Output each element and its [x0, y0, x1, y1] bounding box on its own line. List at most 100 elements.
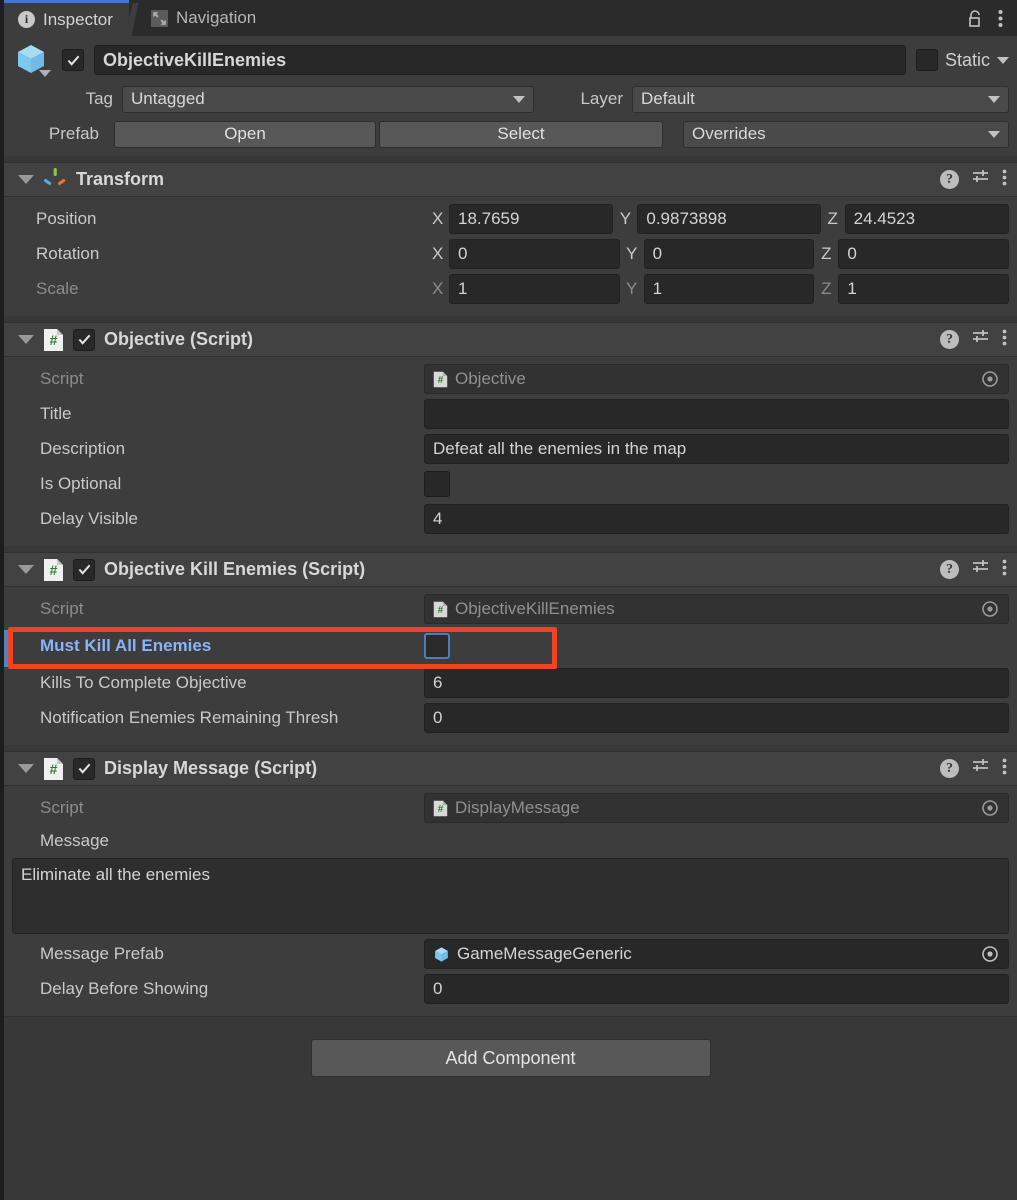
layer-label: Layer [580, 89, 623, 108]
objective-kill-enemies-title: Objective Kill Enemies (Script) [104, 559, 366, 579]
prefab-select-button[interactable]: Select [379, 120, 663, 148]
help-icon[interactable]: ? [940, 560, 959, 579]
display-message-script-objectfield[interactable]: # DisplayMessage [424, 793, 1009, 823]
delay-before-showing-input[interactable]: 0 [424, 974, 1009, 1004]
help-icon[interactable]: ? [940, 330, 959, 349]
preset-settings-icon[interactable] [971, 757, 990, 781]
rotation-label: Rotation [36, 244, 100, 263]
csharp-script-icon: # [43, 558, 64, 582]
csharp-script-icon: # [433, 800, 448, 816]
position-y-input[interactable]: 0.9873898 [637, 204, 821, 234]
tab-inspector-label: Inspector [43, 9, 113, 29]
help-icon[interactable]: ? [940, 759, 959, 778]
objective-kill-enemies-enabled-checkbox[interactable] [73, 558, 95, 581]
rotation-z-axis-label: Z [821, 244, 832, 263]
kills-to-complete-objective-input[interactable]: 6 [424, 668, 1009, 698]
static-checkbox[interactable] [915, 49, 938, 71]
component-menu-icon[interactable] [1002, 559, 1007, 581]
scale-z-input[interactable]: 1 [838, 274, 1010, 304]
kills-to-complete-row: Kills To Complete Objective 6 [12, 667, 1009, 699]
object-picker-icon [982, 371, 998, 387]
static-chevron-down-icon[interactable] [997, 56, 1009, 64]
rotation-y-input[interactable]: 0 [643, 239, 815, 269]
prefab-open-button[interactable]: Open [114, 120, 376, 148]
tab-navigation-label: Navigation [175, 8, 257, 27]
display-message-foldout-icon[interactable] [18, 764, 34, 773]
objective-foldout-icon[interactable] [18, 335, 34, 344]
layer-dropdown[interactable]: Default [632, 85, 1009, 113]
objective-script-objectfield[interactable]: # Objective [424, 364, 1009, 394]
kill-enemies-script-objectfield[interactable]: # ObjectiveKillEnemies [424, 594, 1009, 624]
objective-title-input[interactable] [424, 399, 1009, 429]
transform-header[interactable]: Transform ? [4, 163, 1017, 197]
prefab-dropdown-caret-icon[interactable] [39, 70, 51, 77]
lock-open-icon[interactable] [967, 9, 984, 28]
delay-before-showing-label: Delay Before Showing [40, 979, 209, 998]
position-x-input[interactable]: 18.7659 [449, 204, 614, 234]
static-label: Static [944, 49, 990, 70]
add-component-area: Add Component [4, 1017, 1017, 1077]
component-menu-icon[interactable] [1002, 758, 1007, 780]
rotation-x-input[interactable]: 0 [449, 239, 620, 269]
overrides-chevron-down-icon [988, 130, 1000, 138]
preset-settings-icon[interactable] [971, 168, 990, 192]
title-label: Title [40, 404, 72, 423]
kill-enemies-script-row: Script # ObjectiveKillEnemies [12, 593, 1009, 625]
delay-visible-input[interactable]: 4 [424, 504, 1009, 534]
gameobject-header: ObjectiveKillEnemies Static Tag Untagged… [4, 36, 1017, 156]
objective-description-input[interactable]: Defeat all the enemies in the map [424, 434, 1009, 464]
is-optional-checkbox[interactable] [424, 471, 450, 497]
add-component-button[interactable]: Add Component [310, 1039, 711, 1077]
transform-position-row: Position X 18.7659 Y 0.9873898 Z 24.4523 [12, 203, 1009, 235]
inspector-tab-bar: i Inspector Navigation [4, 0, 1017, 36]
tag-dropdown[interactable]: Untagged [122, 85, 534, 113]
scale-x-input[interactable]: 1 [449, 274, 620, 304]
rotation-z-input[interactable]: 0 [838, 239, 1010, 269]
rotation-x-axis-label: X [432, 244, 444, 263]
component-display-message: # Display Message (Script) ? Script # Di… [4, 751, 1017, 1016]
svg-text:#: # [438, 605, 444, 616]
prefab-cube-icon[interactable] [12, 42, 52, 78]
objective-kill-enemies-header[interactable]: # Objective Kill Enemies (Script) ? [4, 553, 1017, 587]
scale-y-input[interactable]: 1 [643, 274, 815, 304]
position-z-axis-label: Z [827, 209, 838, 228]
gameobject-name-input[interactable]: ObjectiveKillEnemies [94, 45, 906, 75]
preset-settings-icon[interactable] [971, 558, 990, 582]
notification-threshold-row: Notification Enemies Remaining Thresh 0 [12, 702, 1009, 734]
position-x-axis-label: X [432, 209, 444, 228]
objective-script-value: Objective [455, 369, 526, 388]
objective-header[interactable]: # Objective (Script) ? [4, 323, 1017, 357]
delay-before-showing-row: Delay Before Showing 0 [12, 973, 1009, 1005]
component-menu-icon[interactable] [1002, 329, 1007, 351]
notification-enemies-remaining-threshold-input[interactable]: 0 [424, 703, 1009, 733]
scale-z-axis-label: Z [821, 279, 832, 298]
display-message-header-actions: ? [940, 757, 1007, 781]
position-z-input[interactable]: 24.4523 [844, 204, 1009, 234]
script-label: Script [40, 798, 84, 817]
tab-navigation[interactable]: Navigation [129, 0, 272, 36]
preset-settings-icon[interactable] [971, 328, 990, 352]
transform-foldout-icon[interactable] [18, 175, 34, 184]
display-message-enabled-checkbox[interactable] [73, 757, 95, 780]
display-message-body: Script # DisplayMessage Message Eliminat… [4, 786, 1017, 1016]
objective-isoptional-row: Is Optional [12, 468, 1009, 500]
tab-inspector[interactable]: i Inspector [4, 0, 129, 36]
gameobject-enabled-checkbox[interactable] [62, 49, 84, 71]
must-kill-all-enemies-checkbox[interactable] [424, 633, 450, 659]
add-component-label: Add Component [445, 1047, 576, 1068]
scale-label: Scale [36, 279, 79, 298]
prefab-open-label: Open [224, 124, 266, 143]
component-menu-icon[interactable] [1002, 169, 1007, 191]
kebab-menu-icon[interactable] [998, 9, 1003, 28]
display-message-header[interactable]: # Display Message (Script) ? [4, 752, 1017, 786]
help-icon[interactable]: ? [940, 170, 959, 189]
navigation-icon [150, 9, 168, 27]
static-toggle-group[interactable]: Static [915, 49, 1009, 71]
display-message-title: Display Message (Script) [104, 758, 318, 778]
gameobject-name-value: ObjectiveKillEnemies [103, 49, 287, 70]
objective-enabled-checkbox[interactable] [73, 328, 95, 351]
message-prefab-objectfield[interactable]: GameMessageGeneric [424, 939, 1009, 969]
message-textarea[interactable]: Eliminate all the enemies [12, 858, 1009, 934]
prefab-overrides-dropdown[interactable]: Overrides [683, 120, 1009, 148]
objective-kill-enemies-foldout-icon[interactable] [18, 565, 34, 574]
